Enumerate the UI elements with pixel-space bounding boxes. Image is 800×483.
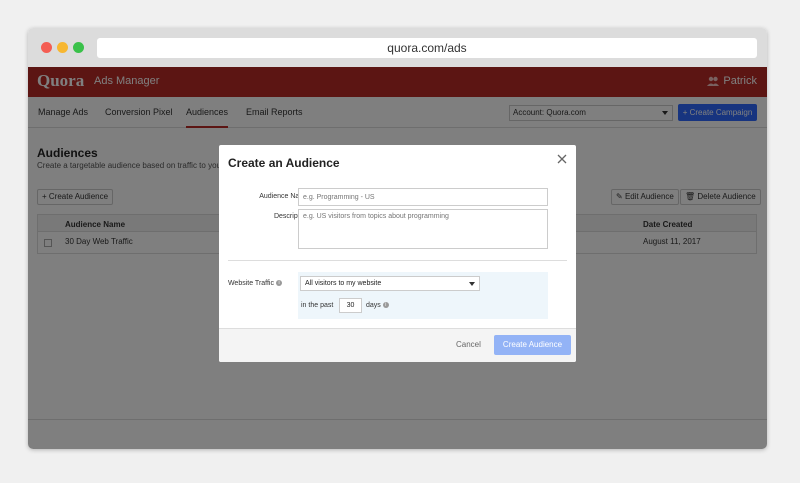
days-label: days [366,302,381,309]
browser-chrome: quora.com/ads [28,28,767,67]
website-traffic-text: Website Traffic [227,280,274,287]
description-field[interactable] [298,209,548,249]
website-traffic-label: Website Traffic i [219,280,282,287]
description-label: Description [273,213,309,220]
audience-name-label: Audience Name [259,193,309,200]
info-icon[interactable]: i [276,280,282,287]
chevron-down-icon [469,282,475,286]
days-input[interactable]: 30 [339,298,362,313]
page-content: Quora Ads Manager Patrick Manage Ads Con… [28,67,767,449]
browser-window: quora.com/ads Quora Ads Manager Patrick … [28,28,767,449]
address-bar[interactable]: quora.com/ads [97,38,757,58]
modal-divider [228,260,567,261]
traffic-settings: All visitors to my website in the past 3… [298,272,548,319]
traffic-select-value: All visitors to my website [305,280,382,287]
close-icon[interactable] [556,152,568,164]
info-icon[interactable]: i [382,302,389,309]
traffic-select[interactable]: All visitors to my website [300,276,480,291]
days-label-group: days i [366,302,389,309]
close-window-button[interactable] [41,42,52,53]
minimize-window-button[interactable] [57,42,68,53]
audience-name-input[interactable] [298,188,548,206]
modal-title: Create an Audience [228,156,340,170]
modal-footer: Cancel Create Audience [219,328,576,362]
maximize-window-button[interactable] [73,42,84,53]
create-audience-submit-button[interactable]: Create Audience [494,335,571,355]
in-the-past-label: in the past [301,302,334,309]
create-audience-modal: Create an Audience Audience Name Descrip… [219,145,576,362]
cancel-button[interactable]: Cancel [456,340,481,349]
